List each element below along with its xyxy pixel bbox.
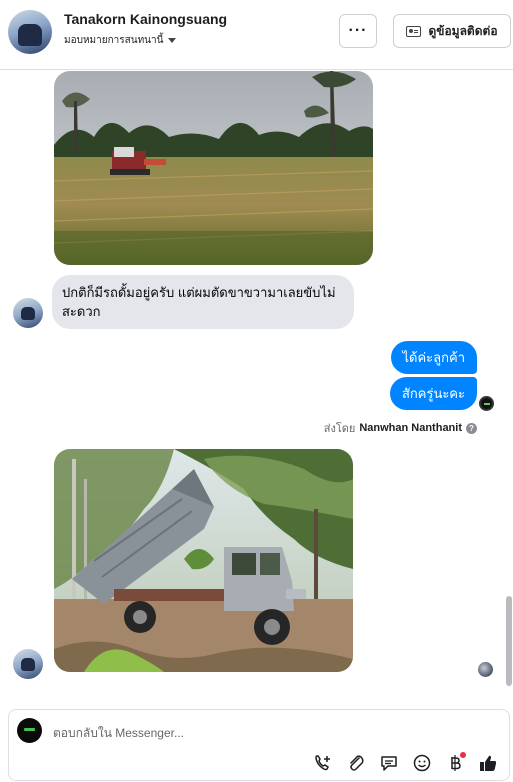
outgoing-message-bubble[interactable]: ได้ค่ะลูกค้า	[390, 341, 477, 374]
outgoing-message-bubble[interactable]: สักครู่นะคะ	[389, 377, 477, 410]
composer-toolbar	[312, 752, 499, 774]
thread-scrollbar[interactable]	[506, 596, 512, 686]
info-icon[interactable]: ?	[466, 422, 477, 434]
contact-name[interactable]: Tanakorn Kainongsuang	[64, 11, 227, 27]
photo-message-dump-truck[interactable]	[54, 449, 353, 672]
emoji-icon[interactable]	[411, 752, 433, 774]
sent-by-note: ส่งโดย Nanwhan Nanthanit ?	[324, 419, 477, 437]
conversation-header: Tanakorn Kainongsuang มอบหมายการสนทนานี้…	[0, 0, 513, 70]
seen-by-avatar	[479, 396, 494, 411]
more-dots-icon: ···	[348, 22, 368, 39]
page-avatar	[17, 718, 42, 743]
contact-card-icon	[406, 25, 422, 37]
view-contact-label: ดูข้อมูลติดต่อ	[428, 23, 498, 38]
sender-avatar[interactable]	[13, 649, 43, 679]
photo-message-harvester[interactable]	[54, 71, 373, 265]
baht-payment-icon[interactable]	[444, 752, 466, 774]
sent-by-prefix: ส่งโดย	[323, 423, 356, 435]
sender-avatar[interactable]	[13, 298, 43, 328]
sent-by-name: Nanwhan Nanthanit	[359, 422, 462, 434]
view-contact-button[interactable]: ดูข้อมูลติดต่อ	[393, 14, 511, 48]
reply-input[interactable]	[53, 722, 473, 744]
messenger-inbox: Tanakorn Kainongsuang มอบหมายการสนทนานี้…	[0, 0, 513, 782]
message-composer	[8, 709, 510, 781]
assign-conversation-dropdown[interactable]: มอบหมายการสนทนานี้	[64, 33, 177, 48]
add-call-icon[interactable]	[312, 752, 334, 774]
notification-dot	[460, 752, 466, 758]
caret-down-icon	[168, 38, 177, 43]
contact-avatar[interactable]	[8, 10, 52, 54]
thumbs-up-icon[interactable]	[477, 752, 499, 774]
attachment-icon[interactable]	[345, 752, 367, 774]
saved-reply-icon[interactable]	[378, 752, 400, 774]
seen-by-avatar	[478, 662, 493, 677]
assign-label: มอบหมายการสนทนานี้	[64, 35, 164, 46]
incoming-message-bubble[interactable]: ปกติก็มีรถดั้มอยู่ครับ แต่ผมตัดขาขวามาเล…	[52, 275, 354, 329]
message-thread[interactable]: ปกติก็มีรถดั้มอยู่ครับ แต่ผมตัดขาขวามาเล…	[0, 71, 513, 701]
more-options-button[interactable]: ···	[339, 14, 377, 48]
